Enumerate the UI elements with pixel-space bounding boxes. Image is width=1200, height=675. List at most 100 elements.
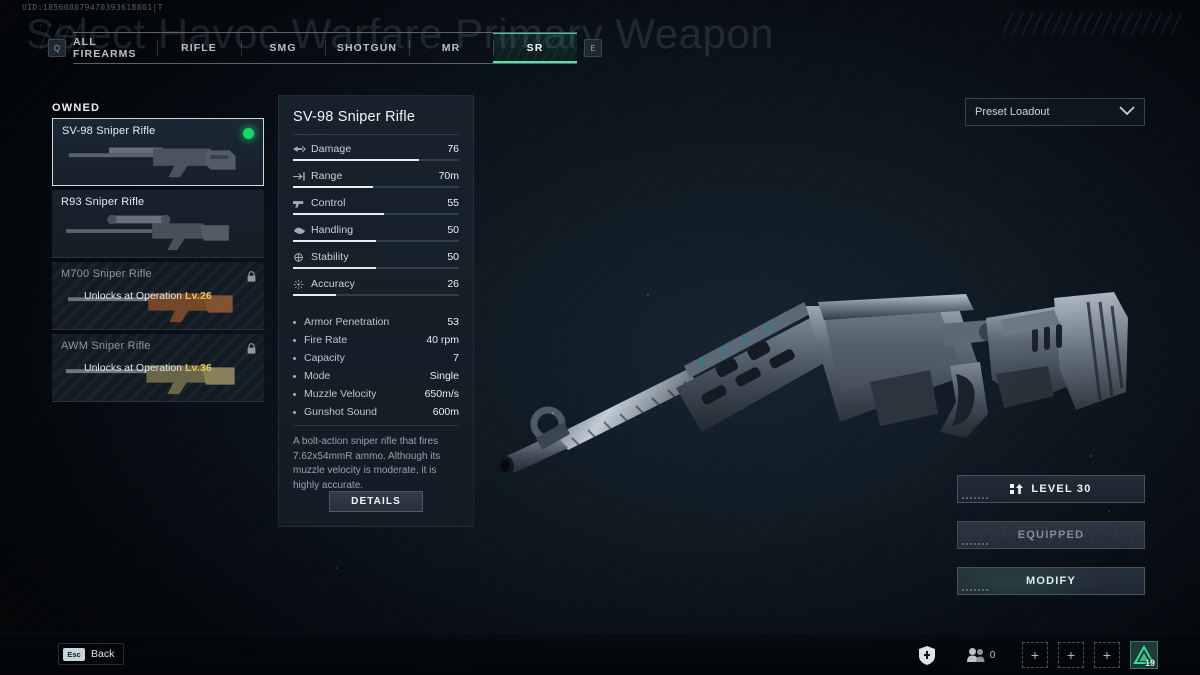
detail-stat-name: Capacity bbox=[304, 352, 345, 364]
stat-bar-fill bbox=[293, 213, 385, 215]
tab-sr[interactable]: SR bbox=[493, 33, 577, 63]
weapon-thumbnail bbox=[65, 214, 229, 251]
equipped-button[interactable]: EQUIPPED bbox=[957, 521, 1145, 549]
detail-stat-value: 650m/s bbox=[424, 388, 459, 400]
detail-stat-name: Muzzle Velocity bbox=[304, 388, 377, 400]
player-emblem[interactable]: 19 bbox=[1130, 641, 1158, 669]
detail-stat-name: Gunshot Sound bbox=[304, 406, 377, 418]
stat-name: Accuracy bbox=[311, 278, 355, 290]
stat-bar-row: Accuracy 26 bbox=[293, 277, 459, 296]
scatter-icon bbox=[293, 279, 304, 289]
detail-stat-name: Armor Penetration bbox=[304, 316, 390, 328]
stat-value: 76 bbox=[447, 143, 459, 155]
tab-mr[interactable]: MR bbox=[409, 33, 493, 63]
prev-category-key[interactable]: Q bbox=[48, 39, 66, 57]
stat-bar-fill bbox=[293, 240, 376, 242]
stat-bar-row: Damage 76 bbox=[293, 142, 459, 161]
weapon-thumbnail bbox=[67, 293, 233, 323]
pistol-icon bbox=[293, 200, 304, 208]
stat-name: Damage bbox=[311, 143, 352, 155]
tab-label: SHOTGUN bbox=[336, 42, 398, 54]
modify-button[interactable]: MODIFY bbox=[957, 567, 1145, 595]
stat-bar-track bbox=[293, 213, 459, 215]
weapon-description: A bolt-action sniper rifle that fires 7.… bbox=[293, 436, 441, 491]
weapon-item-name: AWM Sniper Rifle bbox=[61, 340, 151, 352]
weapon-item-name: R93 Sniper Rifle bbox=[61, 196, 145, 208]
stat-bar-fill bbox=[293, 294, 337, 296]
equipped-button-label: EQUIPPED bbox=[1017, 529, 1085, 541]
bullet-point-icon bbox=[293, 320, 296, 324]
weapon-thumbnail bbox=[68, 147, 236, 178]
detail-stat-name: Fire Rate bbox=[304, 334, 348, 346]
weapon-list-item[interactable]: M700 Sniper Rifle Unlocks at Operation Lv… bbox=[52, 262, 264, 330]
add-squad-slot-3[interactable]: + bbox=[1094, 642, 1120, 668]
back-label: Back bbox=[91, 648, 115, 660]
detail-stat-row: Mode Single bbox=[293, 367, 459, 385]
unlock-text: Unlocks at Operation bbox=[84, 362, 183, 374]
stat-name: Stability bbox=[311, 251, 349, 263]
dust-particle bbox=[647, 294, 649, 296]
detail-stat-row: Gunshot Sound 600m bbox=[293, 403, 459, 421]
stat-value: 55 bbox=[447, 197, 459, 209]
detail-stat-row: Capacity 7 bbox=[293, 349, 459, 367]
stat-bar-header: Stability 50 bbox=[293, 250, 459, 264]
tab-smg[interactable]: SMG bbox=[241, 33, 325, 63]
add-squad-slot-2[interactable]: + bbox=[1058, 642, 1084, 668]
details-button[interactable]: DETAILS bbox=[329, 491, 423, 512]
preset-loadout-label: Preset Loadout bbox=[975, 106, 1050, 118]
weapon-list: SV-98 Sniper Rifle R93 Sniper Rifle M700… bbox=[52, 118, 264, 406]
weapon-list-item[interactable]: SV-98 Sniper Rifle bbox=[52, 118, 264, 186]
stat-bar-header: Control 55 bbox=[293, 196, 459, 210]
next-category-key[interactable]: E bbox=[584, 39, 602, 57]
range-arrow-icon bbox=[293, 171, 305, 181]
lock-icon bbox=[247, 341, 256, 359]
unlock-level-badge: Lv.36 bbox=[184, 362, 213, 374]
weapon-item-name: M700 Sniper Rifle bbox=[61, 268, 152, 280]
weapon-list-item[interactable]: AWM Sniper Rifle Unlocks at Operation Lv.… bbox=[52, 334, 264, 402]
dust-particle bbox=[336, 567, 338, 569]
esc-key: Esc bbox=[63, 647, 85, 661]
tab-rifle[interactable]: RIFLE bbox=[157, 33, 241, 63]
stat-bar-row: Stability 50 bbox=[293, 250, 459, 269]
tab-label: SR bbox=[526, 42, 544, 54]
dust-particle bbox=[552, 412, 554, 414]
crosshair-icon bbox=[294, 252, 303, 262]
header-decoration-right bbox=[1002, 12, 1182, 34]
stat-name: Handling bbox=[311, 224, 354, 236]
tab-label: SMG bbox=[269, 42, 297, 54]
detail-stat-row: Fire Rate 40 rpm bbox=[293, 331, 459, 349]
stat-bar-header: Range 70m bbox=[293, 169, 459, 183]
emblem-number: 19 bbox=[1144, 658, 1155, 668]
tab-all-firearms[interactable]: ALL FIREARMS bbox=[73, 33, 157, 63]
chevron-down-icon bbox=[1119, 103, 1135, 121]
equipped-indicator-dot bbox=[243, 128, 254, 139]
weapon-action-buttons: LEVEL 30 EQUIPPED MODIFY bbox=[957, 475, 1145, 613]
unlock-requirement: Unlocks at Operation Lv.26 bbox=[84, 290, 212, 302]
stat-bar-header: Damage 76 bbox=[293, 142, 459, 156]
add-squad-slot-1[interactable]: + bbox=[1022, 642, 1048, 668]
level-button[interactable]: LEVEL 30 bbox=[957, 475, 1145, 503]
stat-value: 50 bbox=[447, 251, 459, 263]
shield-icon[interactable] bbox=[904, 642, 950, 668]
bullet-point-icon bbox=[293, 374, 296, 378]
back-button[interactable]: Esc Back bbox=[58, 643, 125, 665]
hand-icon bbox=[293, 227, 306, 234]
weapon-select-screen: UID:185608079470393618801|T Select Havoc… bbox=[0, 0, 1200, 675]
detail-stat-row: Armor Penetration 53 bbox=[293, 313, 459, 331]
weapon-thumbnail bbox=[65, 365, 235, 395]
stat-bar-row: Range 70m bbox=[293, 169, 459, 188]
dust-particle bbox=[1090, 455, 1092, 457]
owned-section-label: OWNED bbox=[52, 102, 101, 114]
stat-bar-fill bbox=[293, 186, 373, 188]
tab-shotgun[interactable]: SHOTGUN bbox=[325, 33, 409, 63]
detail-stat-value: Single bbox=[429, 370, 459, 382]
category-tabs: ALL FIREARMS RIFLE SMG SHOTGUN MR SR bbox=[73, 32, 577, 64]
tab-label: MR bbox=[441, 42, 461, 54]
stat-bar-header: Accuracy 26 bbox=[293, 277, 459, 291]
squad-indicator[interactable]: 0 bbox=[950, 642, 1012, 668]
weapon-list-item[interactable]: R93 Sniper Rifle bbox=[52, 190, 264, 258]
dust-particle bbox=[700, 360, 701, 361]
preset-loadout-dropdown[interactable]: Preset Loadout bbox=[965, 98, 1145, 126]
stat-name: Control bbox=[311, 197, 346, 209]
lock-icon bbox=[247, 269, 256, 287]
